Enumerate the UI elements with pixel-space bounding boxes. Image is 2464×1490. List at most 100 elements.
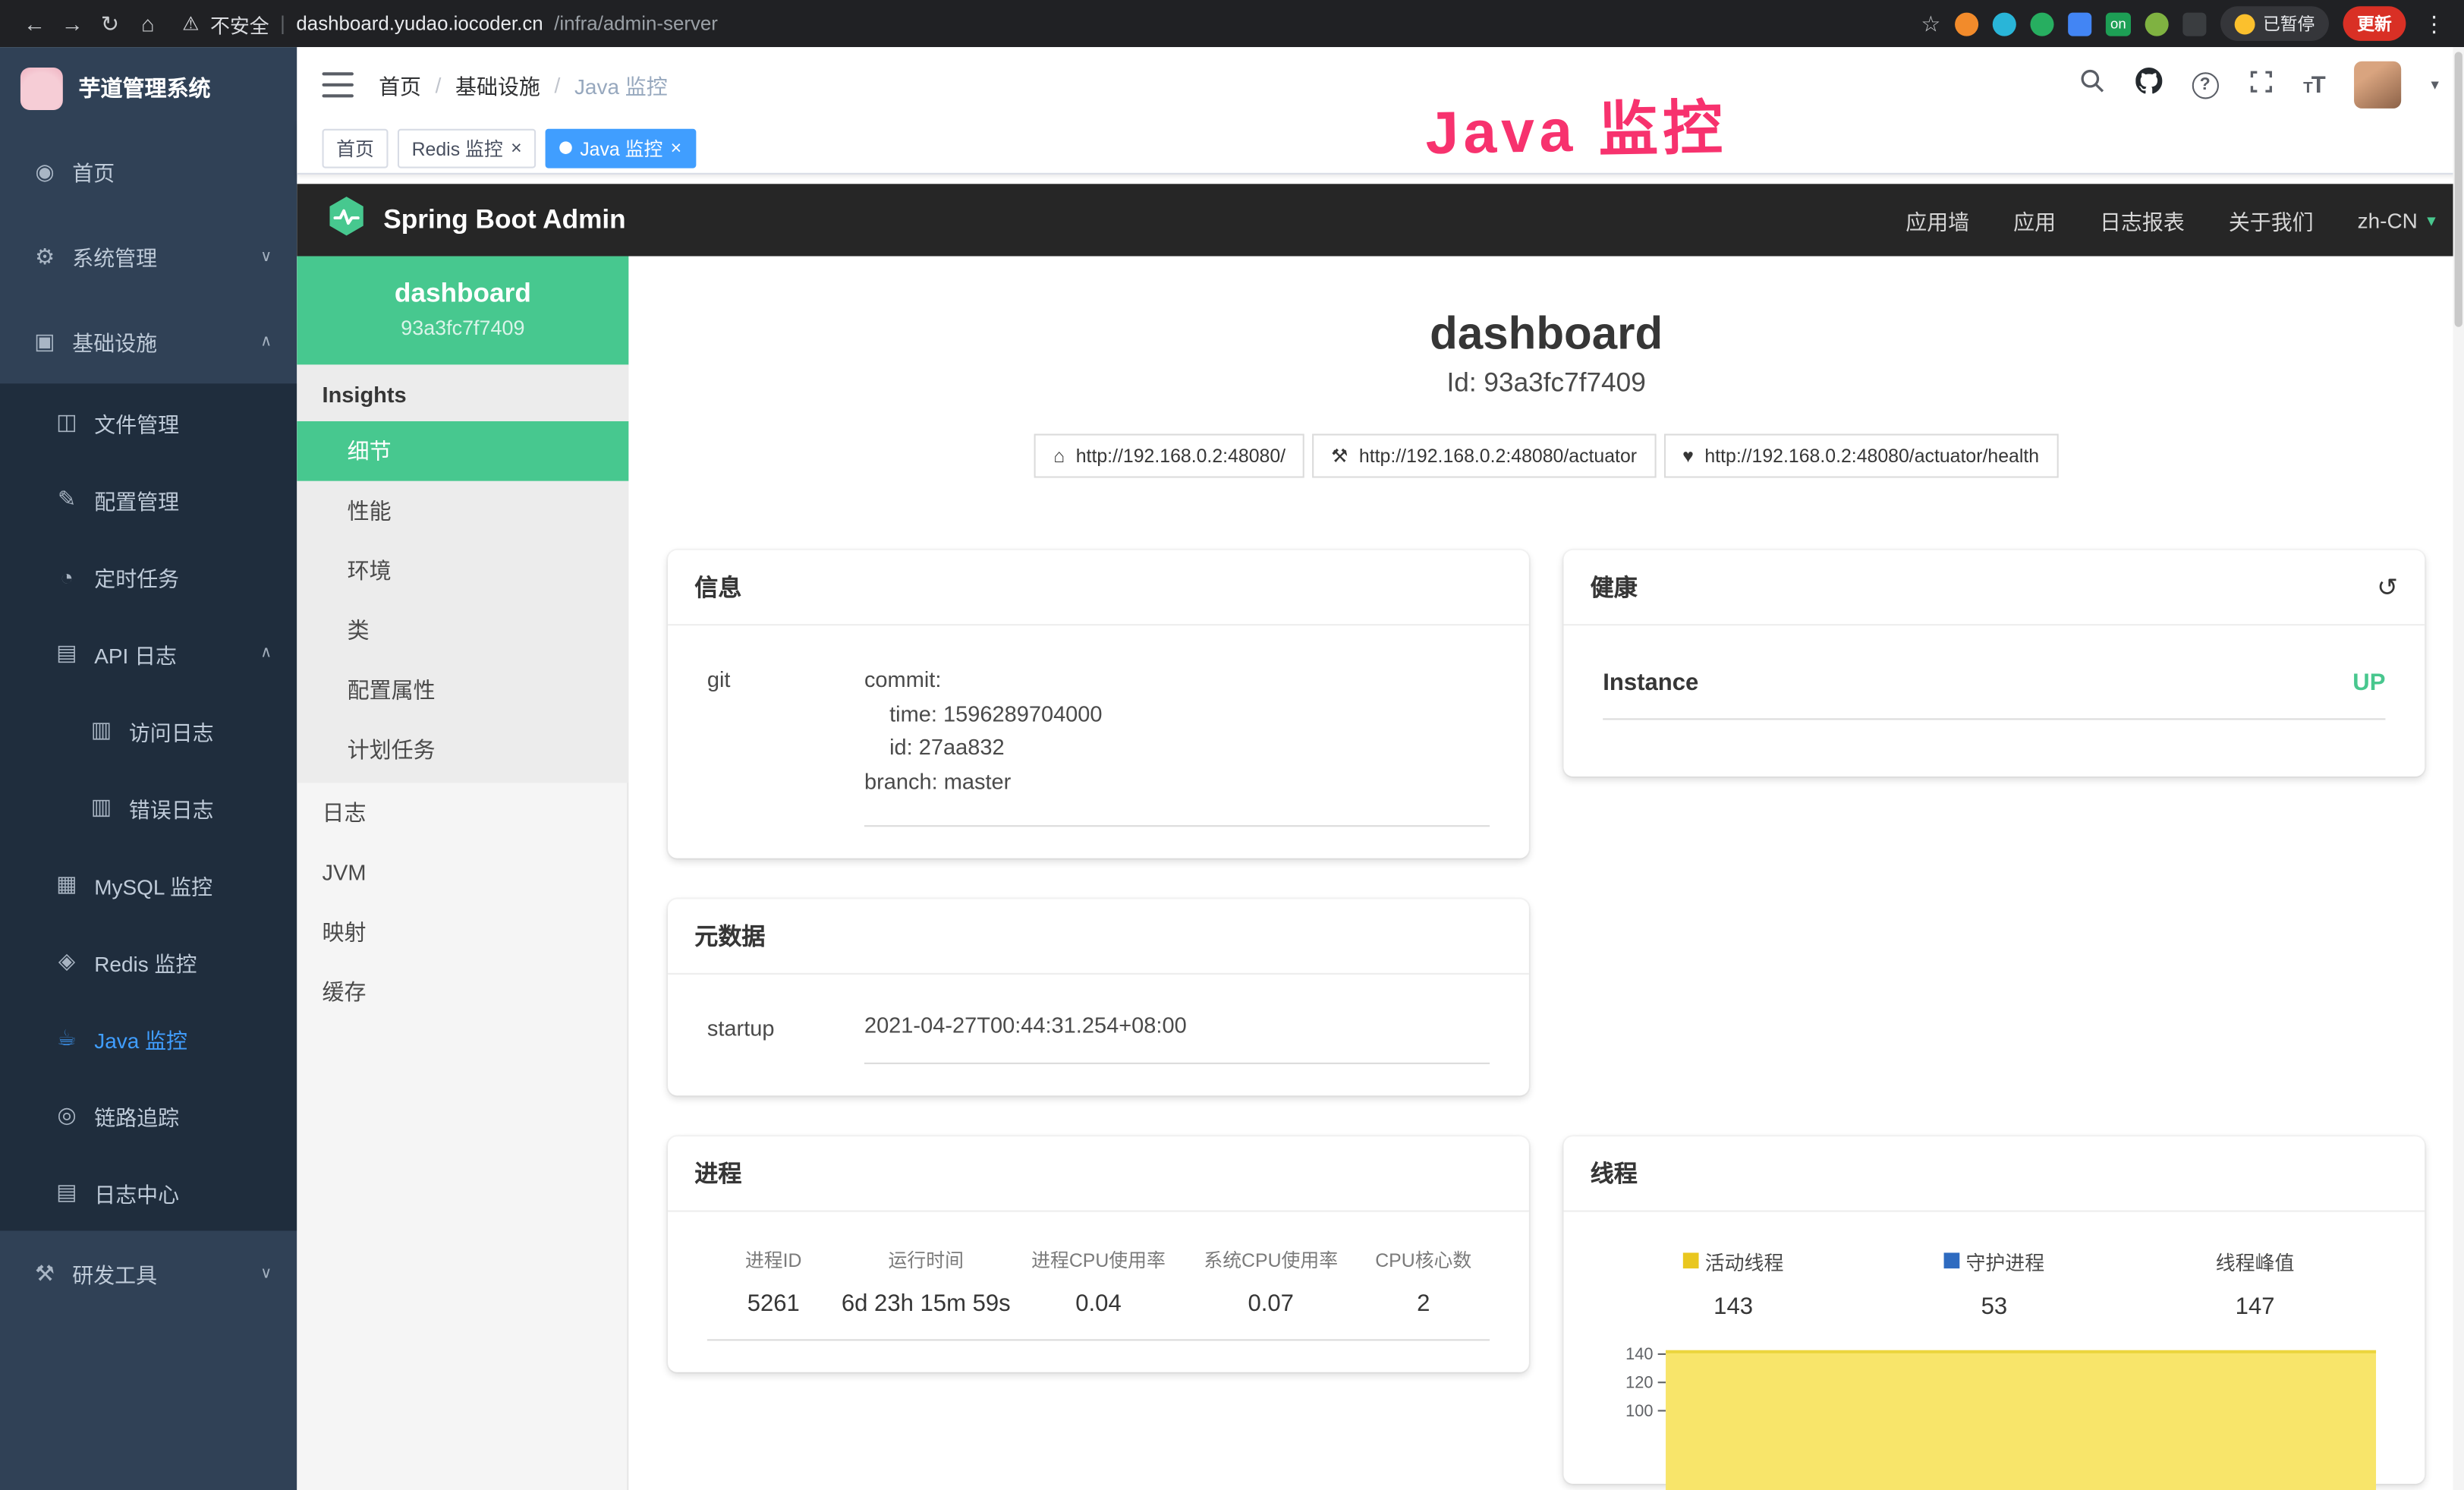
page-scrollbar[interactable] (2453, 47, 2464, 1490)
sidebar-item-access-logs[interactable]: ▥ 访问日志 (0, 691, 297, 768)
user-avatar[interactable] (2354, 61, 2401, 109)
sba-item-logs[interactable]: 日志 (297, 783, 628, 843)
breadcrumb-current: Java 监控 (574, 69, 668, 100)
endpoint-chip-root[interactable]: ⌂ http://192.168.0.2:48080/ (1034, 434, 1304, 478)
hamburger-icon[interactable] (323, 72, 354, 97)
sba-instance-header[interactable]: dashboard 93a3fc7f7409 (297, 257, 628, 365)
sidebar-item-home[interactable]: ◉ 首页 (0, 129, 297, 214)
sba-nav-applications[interactable]: 应用 (2013, 204, 2056, 235)
tab-home[interactable]: 首页 (323, 128, 389, 168)
fullscreen-icon[interactable] (2248, 68, 2274, 101)
metadata-card: 元数据 startup 2021-04-27T00:44:31.254+08:0… (668, 899, 1529, 1095)
infrastructure-icon: ▣ (31, 328, 58, 354)
font-size-icon[interactable]: TT (2303, 71, 2324, 98)
sba-item-jvm[interactable]: JVM (297, 843, 628, 903)
sidebar-item-redis-monitor[interactable]: ◈ Redis 监控 (0, 923, 297, 1000)
process-card: 进程 进程ID 5261 运行时间 (668, 1136, 1529, 1372)
page-title: dashboard (668, 310, 2425, 361)
sba-nav: 应用墙 应用 日志报表 关于我们 zh-CN ▾ (1905, 204, 2435, 235)
extension-icon-6[interactable] (2145, 12, 2169, 36)
sba-nav-wallboard[interactable]: 应用墙 (1905, 204, 1969, 235)
info-value: commit: time: 1596289704000 id: 27aa832 … (864, 663, 1490, 827)
sidebar-item-dev-tools[interactable]: ⚒ 研发工具 ∨ (0, 1230, 297, 1315)
endpoint-chips: ⌂ http://192.168.0.2:48080/ ⚒ http://192… (668, 434, 2425, 478)
sba-item-performance[interactable]: 性能 (297, 481, 628, 541)
extension-on-badge[interactable]: on (2106, 12, 2131, 36)
update-button[interactable]: 更新 (2343, 6, 2406, 41)
dashboard-icon: ◉ (31, 158, 58, 184)
extension-icon-1[interactable] (1955, 12, 1978, 36)
home-icon[interactable]: ⌂ (129, 11, 167, 36)
info-card: 信息 git commit: time: 1596289704000 id: 2… (668, 550, 1529, 858)
history-icon[interactable]: ↺ (2377, 572, 2398, 603)
sidebar-item-api-logs[interactable]: ▤ API 日志 ∧ (0, 615, 297, 691)
sidebar-item-scheduled-jobs[interactable]: ◔ 定时任务 (0, 537, 297, 614)
browser-menu-icon[interactable]: ⋮ (2420, 10, 2448, 36)
extension-icon-2[interactable] (1993, 12, 2016, 36)
bookmark-star-icon[interactable]: ☆ (1921, 10, 1940, 36)
extension-icon-3[interactable] (2030, 12, 2053, 36)
sidebar-item-mysql-monitor[interactable]: ▦ MySQL 监控 (0, 846, 297, 922)
scrollbar-thumb[interactable] (2455, 52, 2462, 326)
endpoint-chip-health[interactable]: ♥ http://192.168.0.2:48080/actuator/heal… (1663, 434, 2058, 478)
sidebar-item-error-logs[interactable]: ▥ 错误日志 (0, 769, 297, 846)
extension-icon-4[interactable] (2068, 12, 2091, 36)
tab-redis-monitor[interactable]: Redis 监控 × (398, 128, 536, 168)
sba-brand[interactable]: Spring Boot Admin (326, 195, 626, 245)
sba-lang-select[interactable]: zh-CN ▾ (2358, 208, 2436, 232)
metadata-value: 2021-04-27T00:44:31.254+08:00 (864, 1012, 1490, 1063)
breadcrumb-infrastructure[interactable]: 基础设施 (455, 69, 540, 100)
sidebar-item-log-center[interactable]: ▤ 日志中心 (0, 1154, 297, 1230)
close-icon[interactable]: × (511, 138, 522, 157)
legend-daemon-threads[interactable]: 守护进程 53 (1864, 1246, 2125, 1320)
close-icon[interactable]: × (671, 138, 682, 157)
top-navbar: 首页 / 基础设施 / Java 监控 ? (297, 47, 2464, 122)
sidebar-item-file-management[interactable]: ◫ 文件管理 (0, 383, 297, 460)
sba-item-classes[interactable]: 类 (297, 600, 628, 660)
avatar-caret-icon[interactable]: ▾ (2431, 76, 2438, 93)
sidebar-item-system-management[interactable]: ⚙ 系统管理 ∨ (0, 214, 297, 299)
threads-card: 线程 活动线程 143 守护进程 (1563, 1136, 2425, 1484)
sba-item-config-props[interactable]: 配置属性 (297, 660, 628, 720)
search-icon[interactable] (2079, 68, 2105, 102)
tab-java-monitor[interactable]: Java 监控 × (546, 128, 696, 168)
sidebar-item-java-monitor[interactable]: ☕ Java 监控 (0, 1000, 297, 1076)
endpoint-chip-actuator[interactable]: ⚒ http://192.168.0.2:48080/actuator (1312, 434, 1656, 478)
app-logo-row[interactable]: 芋道管理系统 (0, 47, 297, 129)
cards-grid: 信息 git commit: time: 1596289704000 id: 2… (668, 550, 2425, 1484)
chevron-up-icon: ∧ (260, 644, 272, 662)
sba-item-details[interactable]: 细节 (297, 421, 628, 481)
sba-nav-journal[interactable]: 日志报表 (2100, 204, 2185, 235)
status-badge: UP (2352, 669, 2385, 696)
sba-item-caches[interactable]: 缓存 (297, 962, 628, 1022)
sba-content: dashboard Id: 93a3fc7f7409 ⌂ http://192.… (628, 257, 2464, 1490)
github-icon[interactable] (2135, 68, 2162, 102)
sidebar-item-config-management[interactable]: ✎ 配置管理 (0, 461, 297, 537)
sidebar-item-infrastructure[interactable]: ▣ 基础设施 ∧ (0, 298, 297, 383)
breadcrumb-home[interactable]: 首页 (379, 69, 421, 100)
breadcrumb: 首页 / 基础设施 / Java 监控 (379, 69, 668, 100)
metric-system-cpu: 系统CPU使用率 0.07 (1185, 1246, 1357, 1339)
wrench-icon: ⚒ (1331, 445, 1348, 467)
legend-swatch-blue (1944, 1253, 1960, 1269)
sidebar-item-trace[interactable]: ◎ 链路追踪 (0, 1076, 297, 1153)
reload-icon[interactable]: ↻ (91, 10, 129, 36)
sba-nav-about[interactable]: 关于我们 (2229, 204, 2314, 235)
sba-navbar: Spring Boot Admin 应用墙 应用 日志报表 关于我们 zh-CN… (297, 184, 2464, 256)
threads-chart: 140 120 100 (1603, 1342, 2385, 1483)
forward-icon[interactable]: → (53, 11, 91, 36)
update-label: 更新 (2357, 11, 2392, 36)
sba-item-scheduled-tasks[interactable]: 计划任务 (297, 720, 628, 780)
sba-item-environment[interactable]: 环境 (297, 540, 628, 600)
help-icon[interactable]: ? (2192, 71, 2218, 98)
back-icon[interactable]: ← (16, 11, 54, 36)
sba-item-mappings[interactable]: 映射 (297, 903, 628, 962)
address-bar[interactable]: ⚠ 不安全 | dashboard.yudao.iocoder.cn/infra… (182, 8, 1921, 38)
legend-live-threads[interactable]: 活动线程 143 (1603, 1246, 1864, 1320)
chevron-down-icon: ▾ (2427, 209, 2435, 230)
process-metrics: 进程ID 5261 运行时间 6d 23h 15m 59s (707, 1227, 1490, 1340)
error-log-icon: ▥ (88, 794, 115, 821)
paused-badge[interactable]: 已暂停 (2220, 6, 2329, 41)
extension-puzzle-icon[interactable] (2182, 12, 2206, 36)
legend-swatch-yellow (1683, 1253, 1699, 1269)
